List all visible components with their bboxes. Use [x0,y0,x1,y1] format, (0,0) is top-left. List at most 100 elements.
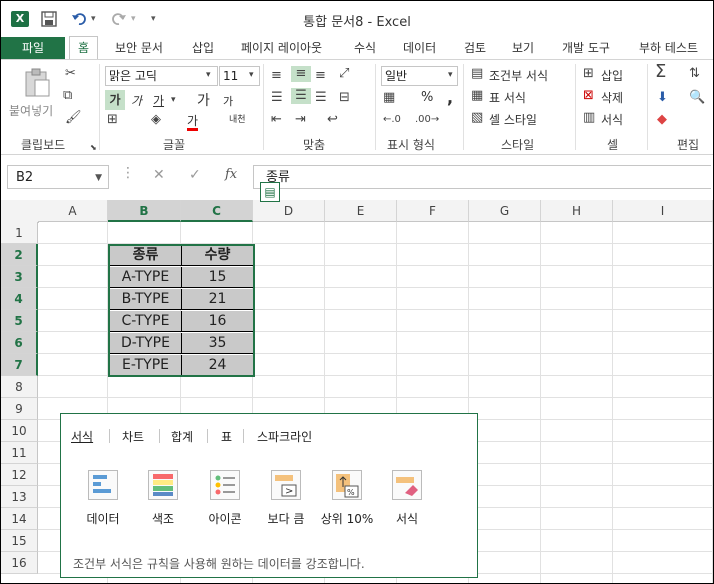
quick-analysis-button[interactable]: ▤ [260,182,280,202]
table-cell[interactable]: D-TYPE [110,333,182,354]
tab-view[interactable]: 보기 [512,37,534,59]
grow-font-button[interactable]: 가 [197,90,210,110]
qa-item-top-10[interactable]: % 상위 10% [317,470,377,527]
align-middle-icon[interactable]: ≡ [291,66,311,82]
table-header-cell[interactable]: 수량 [182,245,254,266]
decrease-decimal-icon[interactable]: .00→ [415,112,439,128]
table-format-button[interactable]: 표 서식 [489,89,526,106]
autosum-icon[interactable]: Σ [655,63,666,81]
conditional-format-button[interactable]: 조건부 서식 [489,67,548,84]
row-header-15[interactable]: 15 [1,530,38,552]
table-cell[interactable]: C-TYPE [110,311,182,332]
comma-button[interactable]: , [447,88,453,107]
delete-cells-button[interactable]: 삭제 [601,89,623,106]
qa-tab-table[interactable]: 표 [221,428,232,445]
select-all-corner[interactable] [1,200,39,223]
fill-color-icon[interactable]: ◈ [151,112,161,128]
column-header-e[interactable]: E [325,200,397,222]
border-icon[interactable]: ⊞ [107,112,118,128]
chevron-down-icon[interactable]: ▾ [448,67,453,83]
row-header-7[interactable]: 7 [1,354,38,376]
shrink-font-button[interactable]: 가 [223,93,233,109]
qa-tab-format[interactable]: 서식 [71,428,93,445]
clipboard-launcher-icon[interactable]: ⬊ [90,140,97,156]
cell-style-button[interactable]: 셀 스타일 [489,111,537,128]
conditional-format-icon[interactable]: ▤ [471,66,483,82]
orientation-icon[interactable]: ⤢ [339,66,349,82]
table-cell[interactable]: 15 [182,267,254,288]
cut-icon[interactable]: ✂ [65,66,76,82]
italic-button[interactable]: 가 [131,92,142,109]
qa-item-clear-format[interactable]: 서식 [377,470,437,527]
align-left-icon[interactable]: ☰ [271,90,283,106]
chevron-down-icon[interactable]: ▾ [171,92,176,108]
tab-insert[interactable]: 삽입 [192,37,214,59]
chevron-down-icon[interactable]: ▼ [95,166,102,190]
table-cell[interactable]: E-TYPE [110,355,182,376]
row-header-2[interactable]: 2 [1,244,38,266]
format-painter-icon[interactable]: 🖌 [65,110,82,126]
tab-review[interactable]: 검토 [464,37,486,59]
insert-cells-icon[interactable]: ⊞ [583,66,594,82]
qa-item-icon-set[interactable]: 아이콘 [195,470,255,527]
qa-tab-totals[interactable]: 합계 [171,428,193,445]
copy-icon[interactable]: ⧉ [63,88,72,104]
tab-home[interactable]: 홈 [69,36,99,61]
increase-indent-icon[interactable]: ⇥ [295,112,306,128]
align-top-icon[interactable]: ≡ [271,68,282,84]
insert-cells-button[interactable]: 삽입 [601,67,623,84]
tab-security[interactable]: 보안 문서 [115,37,163,59]
clear-icon[interactable]: ◆ [657,112,667,128]
merge-center-icon[interactable]: ⊟ [339,90,350,106]
increase-decimal-icon[interactable]: ←.0 [383,112,401,128]
tab-formulas[interactable]: 수식 [354,37,376,59]
row-header-12[interactable]: 12 [1,464,38,486]
row-header-1[interactable]: 1 [1,222,38,244]
decrease-indent-icon[interactable]: ⇤ [271,112,282,128]
qa-tab-sparklines[interactable]: 스파크라인 [257,428,312,445]
phonetic-button[interactable]: 내천 [229,112,246,125]
row-header-16[interactable]: 16 [1,552,38,574]
qa-item-data-bars[interactable]: 데이터 [73,470,133,527]
row-header-3[interactable]: 3 [1,266,38,288]
column-header-i[interactable]: I [613,200,713,222]
bold-button[interactable]: 가 [105,90,125,110]
underline-button[interactable]: 가 [153,92,164,109]
align-right-icon[interactable]: ☰ [315,90,327,106]
row-header-4[interactable]: 4 [1,288,38,310]
qa-item-color-scale[interactable]: 색조 [133,470,193,527]
column-header-b[interactable]: B [108,200,181,222]
chevron-down-icon[interactable]: ▾ [206,67,211,83]
paste-label[interactable]: 붙여넣기 [9,102,53,119]
currency-icon[interactable]: ▦ [383,90,395,106]
formula-input[interactable]: 종류 [253,165,711,189]
row-header-14[interactable]: 14 [1,508,38,530]
name-box[interactable]: B2 ▼ [7,165,109,189]
number-format-select[interactable]: 일반 [381,66,458,86]
insert-function-icon[interactable]: fx [225,167,237,182]
table-cell[interactable]: 24 [182,355,254,376]
table-cell[interactable]: 35 [182,333,254,354]
row-header-11[interactable]: 11 [1,442,38,464]
format-cells-icon[interactable]: ▥ [583,110,595,126]
font-name-select[interactable]: 맑은 고딕 [105,66,218,86]
tab-developer[interactable]: 개발 도구 [562,37,610,59]
format-cells-button[interactable]: 서식 [601,111,623,128]
enter-icon[interactable]: ✓ [189,167,201,183]
tab-page-layout[interactable]: 페이지 레이아웃 [241,37,322,59]
align-center-icon[interactable]: ☰ [291,88,311,104]
column-header-g[interactable]: G [469,200,541,222]
find-icon[interactable]: 🔍 [689,90,705,106]
sort-filter-icon[interactable]: ⇅ [689,66,700,82]
wrap-text-icon[interactable]: ↩ [327,112,338,128]
fill-icon[interactable]: ⬇ [657,90,668,106]
cancel-icon[interactable]: ✕ [153,167,165,183]
row-header-5[interactable]: 5 [1,310,38,332]
row-header-6[interactable]: 6 [1,332,38,354]
column-header-a[interactable]: A [38,200,108,222]
tab-file[interactable]: 파일 [1,37,65,59]
row-header-8[interactable]: 8 [1,376,38,398]
tab-load-test[interactable]: 부하 테스트 [639,37,698,59]
row-header-9[interactable]: 9 [1,398,38,420]
paste-icon[interactable] [23,68,51,103]
